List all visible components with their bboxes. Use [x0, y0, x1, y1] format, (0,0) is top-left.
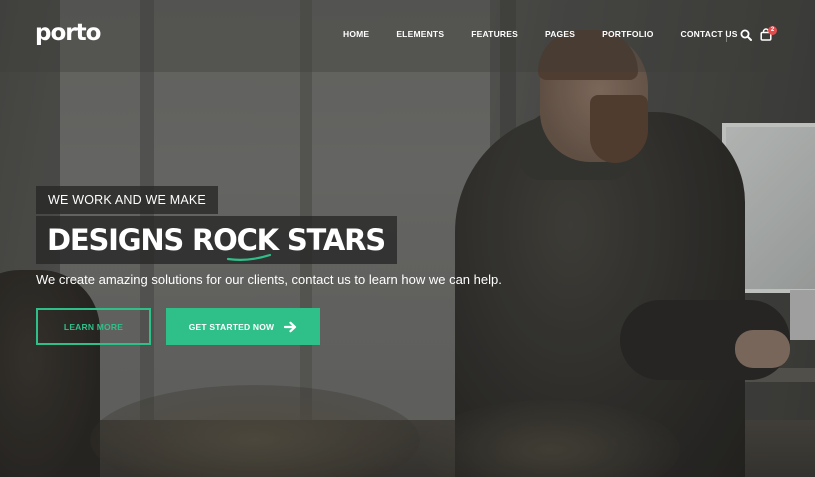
learn-more-label: LEARN MORE — [63, 321, 124, 332]
nav-item-features[interactable]: FEATURES — [471, 29, 518, 39]
site-header: porto HOME ELEMENTS FEATURES PAGES PORTF… — [0, 0, 815, 72]
nav-item-home[interactable]: HOME — [343, 29, 369, 39]
nav-item-pages[interactable]: PAGES — [545, 29, 575, 39]
search-icon[interactable] — [740, 29, 752, 41]
nav-divider — [726, 30, 727, 42]
get-started-button[interactable]: GET STARTED NOW — [166, 308, 320, 345]
get-started-label: GET STARTED NOW — [188, 321, 275, 332]
hero-tagline: WE WORK AND WE MAKE — [36, 186, 218, 214]
main-nav: HOME ELEMENTS FEATURES PAGES PORTFOLIO C… — [343, 29, 738, 39]
swoosh-underline-icon — [226, 253, 272, 261]
cart-count-badge: 2 — [768, 26, 777, 35]
arrow-right-icon — [284, 321, 297, 332]
nav-item-portfolio[interactable]: PORTFOLIO — [602, 29, 653, 39]
logo[interactable]: porto — [35, 20, 101, 46]
nav-item-elements[interactable]: ELEMENTS — [396, 29, 444, 39]
nav-item-contact-us[interactable]: CONTACT US — [681, 29, 738, 39]
hero-section: porto HOME ELEMENTS FEATURES PAGES PORTF… — [0, 0, 815, 477]
learn-more-button[interactable]: LEARN MORE — [36, 308, 151, 345]
hero-subtext: We create amazing solutions for our clie… — [36, 272, 502, 287]
hero-headline-box: DESIGNS ROCK STARS — [36, 216, 397, 264]
hero-headline: DESIGNS ROCK STARS — [47, 223, 386, 257]
